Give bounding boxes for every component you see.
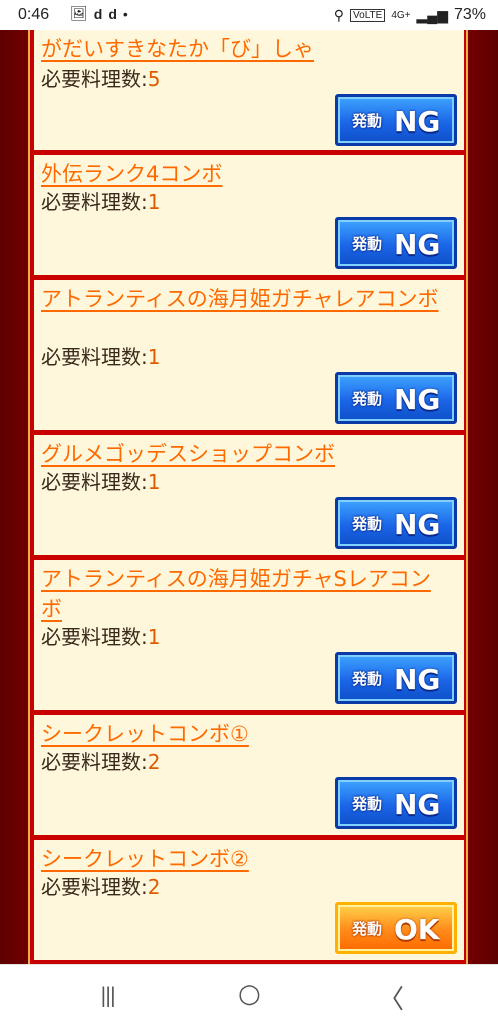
button-kanji: 発動 bbox=[352, 390, 383, 408]
button-kanji: 発動 bbox=[352, 235, 383, 253]
combo-card: アトランティスの海月姫ガチャSレアコンボ 必要料理数:1 発動 NG bbox=[34, 560, 464, 710]
count-value: 1 bbox=[147, 345, 161, 369]
count-label: 必要料理数: bbox=[41, 875, 148, 899]
android-nav-bar: ||| ○ 〈 bbox=[0, 964, 498, 1025]
count-value: 5 bbox=[147, 67, 161, 91]
volte-icon: VoLTE bbox=[350, 8, 386, 22]
button-kanji: 発動 bbox=[352, 112, 383, 130]
combo-required-count: 必要料理数:1 bbox=[41, 469, 160, 495]
combo-title-link[interactable]: グルメゴッデスショップコンボ bbox=[41, 439, 451, 469]
button-status: NG bbox=[394, 105, 441, 138]
status-time: 0:46 bbox=[18, 6, 50, 23]
combo-card: グルメゴッデスショップコンボ 必要料理数:1 発動 NG bbox=[34, 435, 464, 555]
combo-required-count: 必要料理数:1 bbox=[41, 624, 160, 650]
status-bar: 0:46 🖼 d d • ⚲ VoLTE 4G+ ▂▄▆ 73% bbox=[0, 0, 498, 30]
count-label: 必要料理数: bbox=[41, 345, 148, 369]
combo-card: シークレットコンボ① 必要料理数:2 発動 NG bbox=[34, 715, 464, 835]
button-status: NG bbox=[394, 663, 441, 696]
location-icon: ⚲ bbox=[333, 6, 345, 23]
button-status: NG bbox=[394, 228, 441, 261]
combo-required-count: 必要料理数:1 bbox=[41, 344, 160, 370]
count-value: 1 bbox=[147, 470, 161, 494]
button-status: NG bbox=[394, 383, 441, 416]
count-label: 必要料理数: bbox=[41, 470, 148, 494]
activate-ng-button[interactable]: 発動 NG bbox=[335, 94, 457, 146]
activate-ok-button[interactable]: 発動 OK bbox=[335, 902, 457, 954]
activate-ng-button[interactable]: 発動 NG bbox=[335, 652, 457, 704]
button-kanji: 発動 bbox=[352, 920, 383, 938]
combo-title-link[interactable]: 外伝ランク4コンボ bbox=[41, 159, 451, 189]
combo-required-count: 必要料理数:5 bbox=[41, 66, 160, 92]
combo-required-count: 必要料理数:2 bbox=[41, 749, 160, 775]
combo-required-count: 必要料理数:2 bbox=[41, 874, 160, 900]
button-status: OK bbox=[394, 913, 440, 946]
dot-icon: • bbox=[122, 5, 128, 22]
system-icons: ⚲ VoLTE 4G+ ▂▄▆ 73% bbox=[334, 6, 486, 24]
button-status: NG bbox=[394, 788, 441, 821]
button-kanji: 発動 bbox=[352, 795, 383, 813]
battery-level: 73% bbox=[453, 6, 486, 23]
network-type: 4G+ bbox=[391, 9, 411, 21]
image-icon: 🖼 bbox=[70, 5, 88, 21]
count-label: 必要料理数: bbox=[41, 750, 148, 774]
notification-icons: 🖼 d d • bbox=[70, 5, 128, 22]
button-status: NG bbox=[394, 508, 441, 541]
combo-title-link[interactable]: シークレットコンボ① bbox=[41, 719, 451, 749]
activate-ng-button[interactable]: 発動 NG bbox=[335, 497, 457, 549]
count-value: 2 bbox=[147, 875, 161, 899]
combo-title-link[interactable]: がだいすきなたか「び」しゃ bbox=[41, 34, 451, 64]
combo-card: シークレットコンボ② 必要料理数:2 発動 OK bbox=[34, 840, 464, 960]
combo-title-link[interactable]: シークレットコンボ② bbox=[41, 844, 451, 874]
count-label: 必要料理数: bbox=[41, 625, 148, 649]
recent-apps-button[interactable]: ||| bbox=[100, 983, 116, 1007]
count-value: 2 bbox=[147, 750, 161, 774]
count-value: 1 bbox=[147, 190, 161, 214]
home-button[interactable]: ○ bbox=[238, 979, 261, 1009]
activate-ng-button[interactable]: 発動 NG bbox=[335, 217, 457, 269]
count-label: 必要料理数: bbox=[41, 190, 148, 214]
signal-icon: ▂▄▆ bbox=[416, 6, 448, 23]
d-app-icon: d bbox=[108, 5, 117, 22]
button-kanji: 発動 bbox=[352, 515, 383, 533]
combo-card: アトランティスの海月姫ガチャレアコンボ 必要料理数:1 発動 NG bbox=[34, 280, 464, 430]
d-app-icon: d bbox=[93, 5, 103, 22]
combo-card: 外伝ランク4コンボ 必要料理数:1 発動 NG bbox=[34, 155, 464, 275]
combo-required-count: 必要料理数:1 bbox=[41, 189, 160, 215]
count-value: 1 bbox=[147, 625, 161, 649]
combo-title-link[interactable]: アトランティスの海月姫ガチャレアコンボ bbox=[41, 284, 451, 314]
activate-ng-button[interactable]: 発動 NG bbox=[335, 372, 457, 424]
back-button[interactable]: 〈 bbox=[378, 979, 404, 1016]
count-label: 必要料理数: bbox=[41, 67, 148, 91]
activate-ng-button[interactable]: 発動 NG bbox=[335, 777, 457, 829]
button-kanji: 発動 bbox=[352, 670, 383, 688]
combo-title-link[interactable]: アトランティスの海月姫ガチャSレアコンボ bbox=[41, 564, 451, 624]
combo-card: がだいすきなたか「び」しゃ 必要料理数:5 発動 NG bbox=[34, 30, 464, 150]
